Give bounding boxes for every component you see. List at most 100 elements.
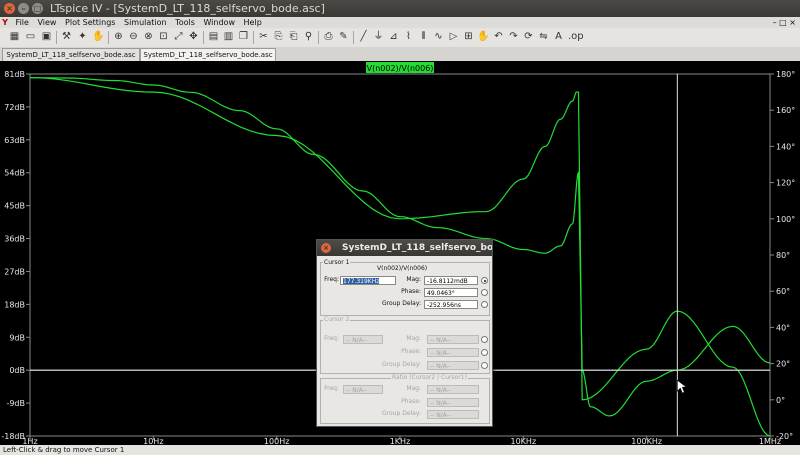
redo-icon[interactable]: ↷ bbox=[507, 30, 520, 44]
y-left-tick-label: 18dB bbox=[4, 300, 25, 309]
cursor1-mag-label: Mag: bbox=[406, 276, 421, 283]
cursor1-freq-field[interactable]: 177.319KHz bbox=[340, 276, 396, 285]
menu-tools[interactable]: Tools bbox=[172, 17, 198, 28]
cursor2-group-delay-label: Group Delay: bbox=[382, 361, 421, 368]
zoom-out-icon[interactable]: ⊖ bbox=[127, 30, 140, 44]
ratio-group-delay-field: -- N/A-- bbox=[427, 410, 479, 419]
x-tick-label: 1Hz bbox=[22, 437, 37, 445]
cursor1-group-label: Cursor 1 bbox=[323, 259, 351, 266]
toolbar-separator bbox=[108, 31, 109, 44]
menu-plot-settings[interactable]: Plot Settings bbox=[62, 17, 118, 28]
drag-icon[interactable]: ✋ bbox=[477, 30, 490, 44]
dialog-close-button[interactable]: × bbox=[321, 243, 331, 253]
control-panel-icon[interactable]: ⚒ bbox=[60, 30, 73, 44]
cursor-dialog[interactable]: × SystemD_LT_118_selfservo_bo Cursor 1 V… bbox=[316, 239, 493, 427]
inductor-icon[interactable]: ∿ bbox=[432, 30, 445, 44]
cursor2-mag-field: -- N/A-- bbox=[427, 335, 479, 344]
window-maximize-button[interactable]: □ bbox=[32, 3, 43, 14]
diode-icon[interactable]: ▷ bbox=[447, 30, 460, 44]
menu-view[interactable]: View bbox=[34, 17, 59, 28]
toolbar: ▦ ▭ ▣ ⚒ ✦ ✋ ⊕ ⊖ ⊗ ⊡ ⤢ ✥ ▤ ▥ ❐ ✂ ⎘ ⎗ ⚲ ⎙ … bbox=[0, 28, 800, 48]
cursor1-group-delay-radio[interactable] bbox=[481, 301, 488, 308]
halt-icon[interactable]: ✋ bbox=[92, 30, 105, 44]
label-net-icon[interactable]: ⊿ bbox=[387, 30, 400, 44]
mirror-icon[interactable]: ⇋ bbox=[537, 30, 550, 44]
tab-schematic-2[interactable]: SystemD_LT_118_selfservo_bode.asc bbox=[140, 48, 276, 62]
y-left-tick-label: 81dB bbox=[4, 70, 25, 79]
cursor2-group-delay-radio[interactable] bbox=[481, 362, 488, 369]
dialog-title-bar[interactable]: × SystemD_LT_118_selfservo_bo bbox=[317, 240, 492, 256]
cursor2-freq-field: -- N/A-- bbox=[343, 335, 383, 344]
app-menu-icon[interactable]: Y bbox=[0, 17, 10, 28]
new-schematic-icon[interactable]: ▦ bbox=[8, 30, 21, 44]
cursor1-group: Cursor 1 V(n002)/V(n006) Freq: 177.319KH… bbox=[320, 259, 490, 316]
ratio-freq-label: Freq: bbox=[324, 385, 339, 392]
resistor-icon[interactable]: ⌇ bbox=[402, 30, 415, 44]
find-icon[interactable]: ⚲ bbox=[302, 30, 315, 44]
cursor2-mag-label: Mag: bbox=[406, 335, 421, 342]
spice-directive-icon[interactable]: .op bbox=[568, 30, 584, 44]
undo-icon[interactable]: ↶ bbox=[492, 30, 505, 44]
menu-bar: Y File View Plot Settings Simulation Too… bbox=[0, 17, 800, 28]
window-minimize-button[interactable]: – bbox=[18, 3, 29, 14]
duplicate-icon[interactable]: ⎘ bbox=[272, 30, 285, 44]
cursor2-group-delay-field: -- N/A-- bbox=[427, 361, 479, 370]
cursor1-group-delay-label: Group Delay: bbox=[382, 300, 421, 307]
window-title-bar: × – □ LTspice IV - [SystemD_LT_118_selfs… bbox=[0, 0, 800, 17]
x-tick-label: 100KHz bbox=[631, 437, 662, 445]
y-right-tick-label: 120° bbox=[776, 179, 795, 188]
y-left-tick-label: 36dB bbox=[4, 235, 25, 244]
autorange-icon[interactable]: ⤢ bbox=[172, 30, 185, 44]
cursor2-mag-radio[interactable] bbox=[481, 336, 488, 343]
cascade-icon[interactable]: ❐ bbox=[237, 30, 250, 44]
ratio-mag-label: Mag: bbox=[406, 385, 421, 392]
paste-icon[interactable]: ✎ bbox=[337, 30, 350, 44]
component-icon[interactable]: ⊞ bbox=[462, 30, 475, 44]
y-right-tick-label: 20° bbox=[776, 360, 790, 369]
rotate-icon[interactable]: ⟳ bbox=[522, 30, 535, 44]
capacitor-icon[interactable]: ⫴ bbox=[417, 30, 430, 44]
tile-horizontal-icon[interactable]: ▤ bbox=[207, 30, 220, 44]
status-text: Left-Click & drag to move Cursor 1 bbox=[3, 446, 125, 454]
menu-help[interactable]: Help bbox=[241, 17, 265, 28]
ratio-phase-field: -- N/A-- bbox=[427, 398, 479, 407]
text-icon[interactable]: A bbox=[552, 30, 565, 44]
x-tick-label: 1MHz bbox=[759, 437, 781, 445]
toolbar-separator bbox=[56, 31, 57, 44]
cursor1-phase-radio[interactable] bbox=[481, 289, 488, 296]
save-icon[interactable]: ▣ bbox=[40, 30, 53, 44]
ratio-group: Ratio (Cursor2 / Cursor1) Freq: -- N/A--… bbox=[320, 374, 490, 424]
y-left-tick-label: 54dB bbox=[4, 169, 25, 178]
cursor1-group-delay-field[interactable]: -252.956ns bbox=[424, 300, 478, 309]
cursor1-freq-value: 177.319KHz bbox=[343, 278, 380, 285]
menu-window[interactable]: Window bbox=[200, 17, 238, 28]
zoom-extents-icon[interactable]: ⊡ bbox=[157, 30, 170, 44]
open-icon[interactable]: ▭ bbox=[24, 30, 37, 44]
pan-icon[interactable]: ✥ bbox=[187, 30, 200, 44]
cursor2-phase-radio[interactable] bbox=[481, 349, 488, 356]
cursor1-phase-field[interactable]: 49.0463° bbox=[424, 288, 478, 297]
x-tick-label: 10KHz bbox=[511, 437, 537, 445]
delete-icon[interactable]: ✂ bbox=[257, 30, 270, 44]
mdi-window-controls[interactable]: – □ × bbox=[773, 17, 796, 28]
zoom-fit-icon[interactable]: ⊗ bbox=[142, 30, 155, 44]
ratio-group-delay-label: Group Delay: bbox=[382, 410, 421, 417]
run-icon[interactable]: ✦ bbox=[76, 30, 89, 44]
menu-file[interactable]: File bbox=[13, 17, 32, 28]
cursor1-mag-field[interactable]: -16.8112mdB bbox=[424, 276, 478, 285]
toolbar-separator bbox=[203, 31, 204, 44]
print-icon[interactable]: ⎙ bbox=[322, 30, 335, 44]
y-right-tick-label: 40° bbox=[776, 323, 790, 332]
tab-schematic-1[interactable]: SystemD_LT_118_selfservo_bode.asc bbox=[2, 48, 140, 62]
y-right-tick-label: 0° bbox=[776, 396, 785, 405]
x-tick-label: 100Hz bbox=[264, 437, 289, 445]
status-bar: Left-Click & drag to move Cursor 1 bbox=[0, 445, 800, 455]
wire-icon[interactable]: ╱ bbox=[357, 30, 370, 44]
move-icon[interactable]: ⎗ bbox=[287, 30, 300, 44]
cursor1-mag-radio[interactable] bbox=[481, 277, 488, 284]
ground-icon[interactable]: ⏚ bbox=[372, 30, 385, 44]
zoom-in-icon[interactable]: ⊕ bbox=[112, 30, 125, 44]
tile-vertical-icon[interactable]: ▥ bbox=[222, 30, 235, 44]
menu-simulation[interactable]: Simulation bbox=[121, 17, 170, 28]
window-close-button[interactable]: × bbox=[4, 3, 15, 14]
